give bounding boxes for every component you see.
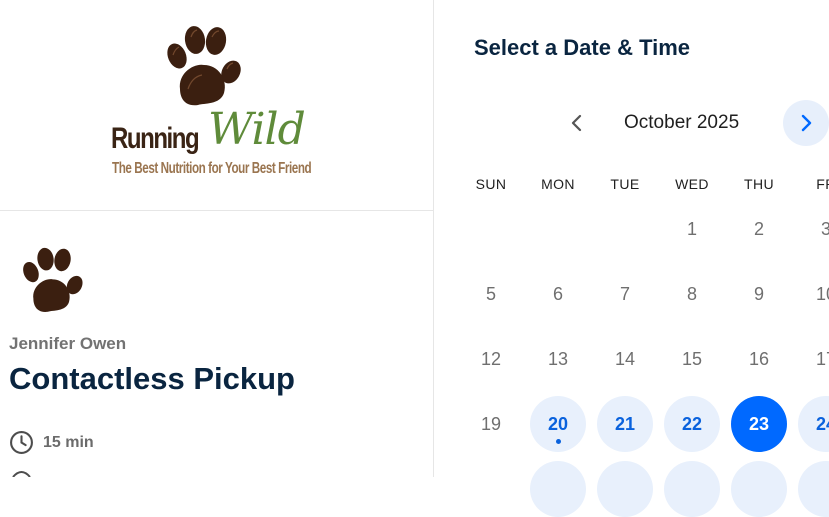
date-time-picker: Select a Date & Time October 2025 SUN MO… (434, 0, 829, 517)
calendar-day-available[interactable] (731, 461, 787, 517)
logo-wild-text: Wild (208, 104, 306, 155)
chevron-left-icon (571, 114, 582, 132)
calendar-day-available[interactable] (530, 461, 586, 517)
calendar-day: 13 (547, 348, 569, 369)
calendar-day-available[interactable] (597, 461, 653, 517)
next-month-button[interactable] (783, 100, 829, 146)
calendar-day: 10 (815, 283, 829, 304)
picker-title: Select a Date & Time (474, 35, 691, 60)
brand-logo: Running Wild The Best Nutrition for Your… (0, 0, 433, 211)
calendar-day: 14 (614, 348, 636, 369)
calendar-day: 12 (480, 348, 502, 369)
calendar-day-available[interactable]: 22 (664, 396, 720, 452)
calendar-day: 2 (753, 218, 764, 239)
calendar-day: 19 (480, 413, 502, 434)
duration-row: 15 min (9, 430, 94, 455)
calendar-day: 7 (619, 283, 630, 304)
calendar-day: 16 (748, 348, 770, 369)
weekday-thu: THU (744, 176, 774, 192)
calendar-day-available[interactable] (664, 461, 720, 517)
calendar-day: 6 (552, 283, 563, 304)
weekday-tue: TUE (610, 176, 640, 192)
weekday-fri: FR (816, 176, 829, 192)
calendar-day: 8 (686, 283, 697, 304)
calendar-day-available[interactable]: 21 (597, 396, 653, 452)
day-number: 20 (547, 413, 569, 434)
duration-text: 15 min (43, 433, 94, 451)
today-indicator-dot (555, 439, 561, 444)
location-icon (12, 471, 31, 477)
calendar-day-available[interactable] (798, 461, 829, 517)
weekday-mon: MON (541, 176, 575, 192)
calendar-day-available[interactable]: 20 (530, 396, 586, 452)
calendar-day: 15 (681, 348, 703, 369)
calendar-day-selected[interactable]: 23 (731, 396, 787, 452)
event-title: Contactless Pickup (9, 361, 295, 396)
weekday-sun: SUN (475, 176, 507, 192)
weekday-wed: WED (675, 176, 709, 192)
previous-month-button[interactable] (558, 104, 596, 142)
calendar-day: 1 (686, 218, 697, 239)
calendar-day: 5 (485, 283, 496, 304)
calendar-day-available[interactable]: 24 (798, 396, 829, 452)
logo-running-text: Running (111, 122, 200, 155)
host-name: Jennifer Owen (9, 334, 127, 353)
clock-icon (10, 431, 33, 454)
event-details-panel: Running Wild The Best Nutrition for Your… (0, 0, 434, 477)
calendar-day: 17 (815, 348, 829, 369)
chevron-right-icon (801, 114, 812, 132)
logo-tagline: The Best Nutrition for Your Best Friend (112, 160, 312, 177)
paw-logo-icon (167, 26, 241, 106)
host-avatar-paw-icon (23, 247, 83, 312)
calendar-day: 3 (820, 218, 829, 239)
month-label: October 2025 (624, 112, 740, 133)
calendar-day: 9 (753, 283, 764, 304)
